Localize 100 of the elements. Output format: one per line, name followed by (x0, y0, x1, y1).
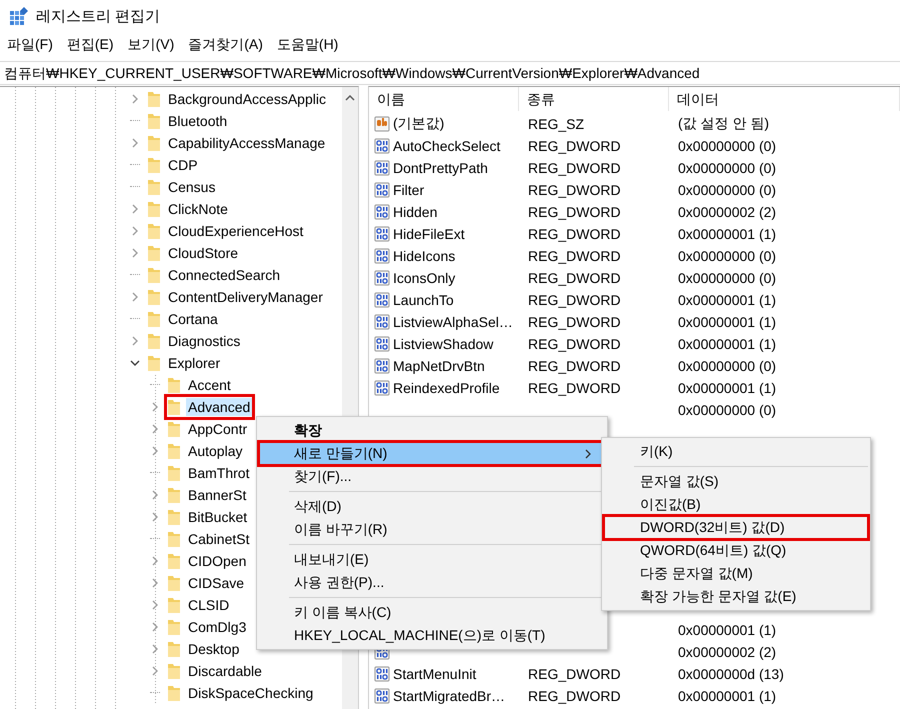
menu-bar-item[interactable]: 파일(F) (0, 36, 60, 54)
chevron-right-icon[interactable] (130, 204, 140, 214)
menu-item[interactable]: 내보내기(E) (259, 548, 605, 571)
menu-item[interactable]: 문자열 값(S) (604, 470, 868, 493)
chevron-right-icon[interactable] (150, 644, 160, 654)
tree-item[interactable]: Discardable (186, 662, 264, 680)
tree-item[interactable]: CloudStore (166, 244, 240, 262)
tree-item[interactable]: BitBucket (186, 508, 250, 526)
chevron-right-icon[interactable] (130, 226, 140, 236)
menu-item[interactable]: 다중 문자열 값(M) (604, 562, 868, 585)
tree-item[interactable]: Cortana (166, 310, 220, 328)
menu-bar-item[interactable]: 도움말(H) (270, 36, 346, 54)
value-name[interactable]: (기본값) (393, 115, 444, 133)
column-header[interactable]: 이름 (369, 87, 519, 111)
value-name[interactable]: LaunchTo (393, 292, 454, 308)
tree-item[interactable]: BannerSt (186, 486, 248, 504)
folder-icon (148, 201, 160, 217)
chevron-right-icon[interactable] (130, 248, 140, 258)
address-field[interactable]: 컴퓨터₩HKEY_CURRENT_USER₩SOFTWARE₩Microsoft₩Windows₩CurrentVersion₩Explorer₩Advanced (0, 61, 900, 85)
menu-item[interactable]: DWORD(32비트) 값(D) (604, 516, 868, 539)
menu-item[interactable]: 확장 (259, 419, 605, 442)
tree-item[interactable]: CapabilityAccessManage (166, 134, 328, 152)
folder-icon (148, 289, 160, 305)
menu-item[interactable]: 확장 가능한 문자열 값(E) (604, 585, 868, 608)
chevron-right-icon[interactable] (130, 336, 140, 346)
value-name[interactable]: IconsOnly (393, 270, 456, 286)
menu-bar-item[interactable]: 편집(E) (60, 36, 121, 54)
value-name[interactable]: HideFileExt (393, 226, 465, 242)
menu-item[interactable]: 삭제(D) (259, 495, 605, 518)
tree-item[interactable]: CIDOpen (186, 552, 248, 570)
tree-item[interactable]: ComDlg3 (186, 618, 248, 636)
value-name[interactable]: ListviewShadow (393, 336, 494, 352)
menu-item[interactable]: 키(K) (604, 440, 868, 463)
chevron-right-icon[interactable] (150, 490, 160, 500)
tree-item[interactable]: Explorer (166, 354, 222, 372)
value-type: REG_DWORD (528, 292, 621, 308)
value-type: REG_DWORD (528, 314, 621, 330)
value-data: 0x00000001 (1) (678, 622, 776, 638)
chevron-down-icon[interactable] (130, 358, 140, 368)
tree-item[interactable]: CDP (166, 156, 200, 174)
chevron-right-icon[interactable] (150, 578, 160, 588)
value-name[interactable]: Hidden (393, 204, 438, 220)
menu-item[interactable]: HKEY_LOCAL_MACHINE(으)로 이동(T) (259, 624, 605, 647)
value-name[interactable]: AutoCheckSelect (393, 138, 500, 154)
tree-item[interactable]: Advanced (186, 398, 252, 416)
menu-bar-item[interactable]: 보기(V) (120, 36, 182, 54)
menu-bar-item[interactable]: 즐겨찾기(A) (181, 36, 270, 54)
tree-item[interactable]: BamThrot (186, 464, 252, 482)
tree-item[interactable]: CIDSave (186, 574, 246, 592)
chevron-right-icon[interactable] (130, 94, 140, 104)
tree-item[interactable]: CabinetSt (186, 530, 252, 548)
tree-item[interactable]: Desktop (186, 640, 242, 658)
chevron-right-icon[interactable] (130, 138, 140, 148)
value-type: REG_DWORD (528, 380, 621, 396)
value-type: REG_DWORD (528, 688, 621, 704)
tree-item[interactable]: CLSID (186, 596, 232, 614)
tree-item[interactable]: CloudExperienceHost (166, 222, 306, 240)
folder-icon (148, 245, 160, 261)
chevron-right-icon[interactable] (150, 556, 160, 566)
value-name[interactable]: ListviewAlphaSel… (393, 314, 513, 330)
value-name[interactable]: DontPrettyPath (393, 160, 488, 176)
value-name[interactable]: ReindexedProfile (393, 380, 500, 396)
window-title: 레지스트리 편집기 (36, 6, 160, 26)
value-name[interactable]: HideIcons (393, 248, 456, 264)
chevron-right-icon[interactable] (150, 512, 160, 522)
chevron-right-icon[interactable] (130, 292, 140, 302)
menu-item[interactable]: QWORD(64비트) 값(Q) (604, 539, 868, 562)
tree-item[interactable]: DiskSpaceChecking (186, 684, 316, 702)
value-name[interactable]: StartMenuInit (393, 666, 476, 682)
value-name[interactable]: StartMigratedBr… (393, 688, 506, 704)
tree-item[interactable]: Accent (186, 376, 233, 394)
tree-item[interactable]: Bluetooth (166, 112, 230, 130)
chevron-right-icon[interactable] (150, 666, 160, 676)
tree-item[interactable]: AppContr (186, 420, 250, 438)
tree-item[interactable]: Autoplay (186, 442, 244, 460)
menu-item[interactable]: 이름 바꾸기(R) (259, 518, 605, 541)
tree-item[interactable]: Census (166, 178, 218, 196)
column-header[interactable]: 종류 (519, 87, 669, 111)
value-name[interactable]: MapNetDrvBtn (393, 358, 485, 374)
tree-item[interactable]: ConnectedSearch (166, 266, 282, 284)
menu-item[interactable]: 사용 권한(P)... (259, 571, 605, 594)
value-data: 0x00000000 (0) (678, 182, 776, 198)
menu-item[interactable]: 이진값(B) (604, 493, 868, 516)
value-data: 0x00000002 (2) (678, 204, 776, 220)
chevron-right-icon[interactable] (150, 424, 160, 434)
chevron-right-icon[interactable] (150, 402, 160, 412)
menu-item[interactable]: 키 이름 복사(C) (259, 601, 605, 624)
folder-icon (168, 553, 180, 569)
menu-item[interactable]: 찾기(F)... (259, 465, 605, 488)
tree-item[interactable]: ContentDeliveryManager (166, 288, 325, 306)
tree-item[interactable]: BackgroundAccessApplic (166, 90, 328, 108)
column-header[interactable]: 데이터 (669, 87, 900, 111)
tree-item[interactable]: Diagnostics (166, 332, 242, 350)
chevron-right-icon[interactable] (150, 446, 160, 456)
tree-item[interactable]: ClickNote (166, 200, 230, 218)
value-name[interactable]: Filter (393, 182, 424, 198)
chevron-right-icon[interactable] (150, 622, 160, 632)
chevron-right-icon[interactable] (150, 600, 160, 610)
folder-icon (148, 179, 160, 195)
scroll-up-icon[interactable] (345, 95, 355, 101)
